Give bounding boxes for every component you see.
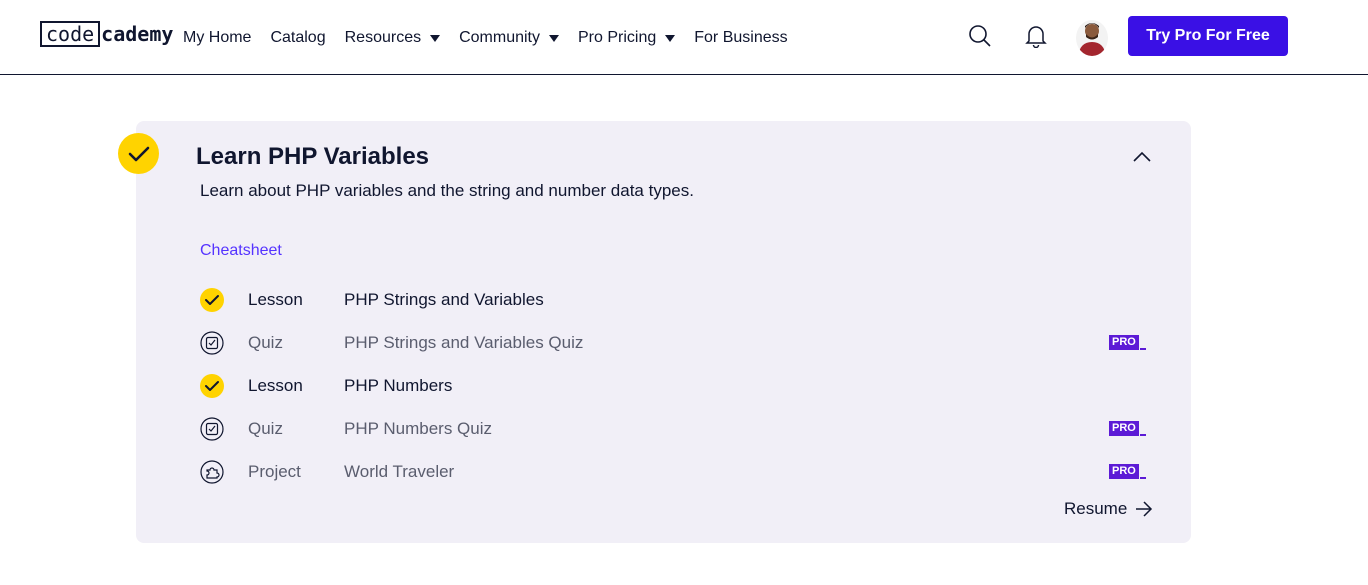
item-type: Project xyxy=(248,461,301,481)
item-name: PHP Numbers xyxy=(344,375,453,395)
completed-check-icon xyxy=(200,373,224,398)
nav-my-home[interactable]: My Home xyxy=(183,29,251,47)
avatar-image-icon xyxy=(1078,23,1106,56)
item-name: World Traveler xyxy=(344,461,455,481)
codecademy-logo[interactable]: code cademy xyxy=(40,20,173,48)
nav-catalog-label: Catalog xyxy=(270,28,326,46)
bell-icon xyxy=(1025,26,1047,48)
arrow-right-icon xyxy=(1136,501,1153,517)
item-name: PHP Strings and Variables Quiz xyxy=(344,332,584,352)
nav-for-business[interactable]: For Business xyxy=(694,29,787,47)
item-type: Lesson xyxy=(248,289,303,309)
logo-rest-text: cademy xyxy=(101,22,174,46)
module-card: Learn PHP Variables Learn about PHP vari… xyxy=(136,121,1191,543)
pro-badge-label: PRO xyxy=(1109,421,1139,436)
item-type: Lesson xyxy=(248,375,303,395)
module-item-row[interactable]: Quiz PHP Strings and Variables Quiz PRO xyxy=(200,321,1150,364)
nav-pro-pricing-dropdown[interactable]: Pro Pricing xyxy=(578,28,676,47)
nav-community-dropdown[interactable]: Community xyxy=(459,29,559,47)
resume-label: Resume xyxy=(1064,499,1128,518)
module-item-row[interactable]: Project World Traveler PRO xyxy=(200,450,1150,493)
user-avatar[interactable] xyxy=(1076,20,1108,56)
item-name: PHP Numbers Quiz xyxy=(344,418,493,438)
nav-resources-dropdown[interactable]: Resources xyxy=(344,28,441,47)
notifications-button[interactable] xyxy=(1022,22,1050,50)
item-type: Quiz xyxy=(248,332,283,352)
check-icon xyxy=(128,146,149,161)
nav-catalog[interactable]: Catalog xyxy=(270,29,325,47)
nav-resources-label: Resources xyxy=(344,28,422,46)
pro-badge-cursor xyxy=(1139,348,1146,350)
nav-community-label: Community xyxy=(459,28,540,46)
caret-down-icon xyxy=(665,34,676,42)
logo-boxed-text: code xyxy=(40,21,101,47)
collapse-module-button[interactable] xyxy=(1130,145,1154,169)
search-button[interactable] xyxy=(966,22,994,50)
module-description: Learn about PHP variables and the string… xyxy=(200,181,694,200)
module-item-list: Lesson PHP Strings and Variables Quiz PH… xyxy=(200,278,1150,493)
completed-check-icon xyxy=(200,287,224,312)
main-nav: My Home Catalog Resources Community Pro … xyxy=(183,0,807,75)
nav-pro-pricing-label: Pro Pricing xyxy=(578,28,657,46)
cheatsheet-link[interactable]: Cheatsheet xyxy=(200,242,282,260)
resume-button[interactable]: Resume xyxy=(1064,499,1153,519)
pro-badge-label: PRO xyxy=(1109,335,1139,350)
module-item-row[interactable]: Lesson PHP Numbers xyxy=(200,364,1150,407)
try-pro-button[interactable]: Try Pro For Free xyxy=(1128,16,1288,56)
item-type: Quiz xyxy=(248,418,283,438)
module-completed-badge xyxy=(118,133,159,174)
nav-for-business-label: For Business xyxy=(694,28,788,46)
module-title: Learn PHP Variables xyxy=(196,143,430,170)
pro-badge-cursor xyxy=(1139,434,1146,436)
quiz-icon xyxy=(200,330,224,355)
pro-badge-label: PRO xyxy=(1109,464,1139,479)
pro-badge: PRO xyxy=(1109,420,1146,436)
top-navigation-bar: code cademy My Home Catalog Resources Com… xyxy=(0,0,1368,75)
quiz-icon xyxy=(200,416,224,441)
search-icon xyxy=(969,25,991,47)
chevron-up-icon xyxy=(1133,151,1151,162)
pro-badge: PRO xyxy=(1109,463,1146,479)
caret-down-icon xyxy=(430,34,441,42)
project-icon xyxy=(200,459,224,484)
module-item-row[interactable]: Lesson PHP Strings and Variables xyxy=(200,278,1150,321)
nav-my-home-label: My Home xyxy=(183,28,252,46)
item-name: PHP Strings and Variables xyxy=(344,289,544,309)
caret-down-icon xyxy=(549,34,559,42)
module-item-row[interactable]: Quiz PHP Numbers Quiz PRO xyxy=(200,407,1150,450)
pro-badge: PRO xyxy=(1109,334,1146,350)
pro-badge-cursor xyxy=(1139,477,1146,479)
